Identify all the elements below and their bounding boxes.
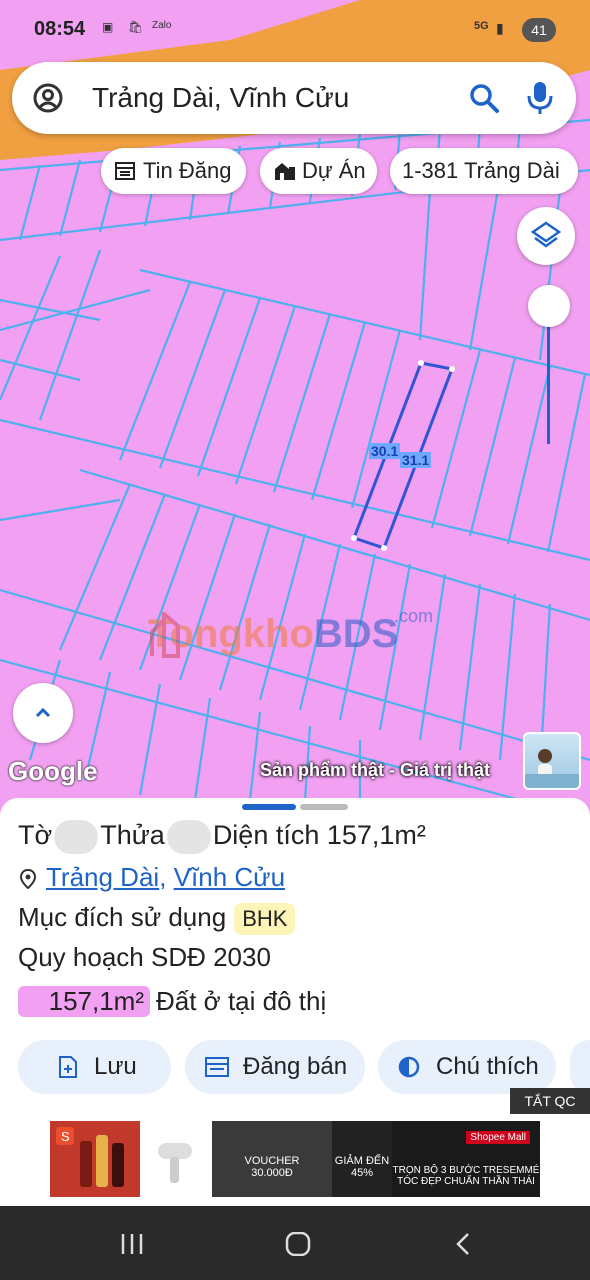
search-bar[interactable]: Trảng Dài, Vĩnh Cửu (12, 62, 576, 134)
ad-promo: Shopee Mall TRỌN BỘ 3 BƯỚC TRESEMMÉ TÓC … (392, 1121, 540, 1197)
add-file-icon (59, 1056, 77, 1078)
promo-line-2: TÓC ĐẸP CHUẨN THẦN THÁI (397, 1176, 535, 1187)
save-label: Lưu (94, 1053, 137, 1080)
sheet-tab-inactive[interactable] (300, 804, 348, 810)
zalo-icon: Zalo (152, 20, 172, 31)
svg-text:S: S (61, 1129, 70, 1144)
ad-banner[interactable]: S VOUCHER 30.000Đ GIẢM ĐẾN 45% Shopee Ma… (50, 1121, 540, 1197)
location-pin-icon (19, 869, 37, 890)
land-type-row: 157,1m² Đất ở tại đô thị (18, 986, 326, 1017)
post-sale-button[interactable]: Đăng bán (185, 1040, 365, 1094)
save-button[interactable]: Lưu (18, 1040, 171, 1094)
layers-icon (530, 221, 562, 248)
profile-thumbnail[interactable] (523, 732, 581, 790)
signal-bars-icon: ▮ (496, 20, 504, 36)
building-logo-icon (150, 612, 180, 658)
layers-button[interactable] (517, 207, 575, 265)
calendar-list-icon (205, 1057, 229, 1077)
ad-product-image: S (50, 1121, 140, 1197)
back-icon[interactable] (450, 1232, 478, 1256)
ad-voucher: VOUCHER 30.000Đ (212, 1121, 332, 1197)
land-area-swatch: 157,1m² (18, 986, 150, 1017)
contrast-icon (398, 1056, 420, 1078)
building-icon (275, 163, 295, 180)
account-icon[interactable] (32, 82, 64, 114)
google-logo: Google (8, 756, 98, 786)
parcel-title: Tờ Thửa Diện tích 157,1m² (18, 820, 426, 854)
location-district-link[interactable]: Vĩnh Cửu (174, 862, 285, 892)
mic-icon[interactable] (526, 80, 554, 116)
land-use-plan-title: Quy hoạch SDĐ 2030 (18, 942, 271, 972)
ad-discount: GIẢM ĐẾN 45% (332, 1121, 392, 1197)
parcel-label-30-1[interactable]: 30.1 (369, 443, 401, 459)
parcel-label-31-1[interactable]: 31.1 (400, 452, 432, 468)
post-sale-label: Đăng bán (243, 1053, 348, 1080)
shopee-mall-label: Shopee Mall (466, 1131, 530, 1144)
signal-5g-icon: 5G (474, 20, 489, 32)
home-icon[interactable] (284, 1232, 312, 1256)
status-time: 08:54 (34, 18, 86, 40)
legend-button[interactable]: Chú thích (378, 1040, 556, 1094)
redacted-number (54, 820, 99, 854)
chip-du-an[interactable]: Dự Án (260, 148, 377, 194)
chip-tin-dang[interactable]: Tin Đăng (101, 148, 246, 194)
recent-apps-icon[interactable] (118, 1232, 146, 1256)
voucher-label: VOUCHER (244, 1155, 300, 1167)
shopee-icon: 🛍 (128, 20, 144, 34)
status-bar: 08:54 ▣ 🛍 Zalo 5G ▮ 41 (0, 0, 590, 58)
parcel-location: Trảng Dài, Vĩnh Cửu (18, 862, 285, 893)
land-use-purpose: Mục đích sử dụng BHK (18, 902, 296, 935)
screenshot-icon: ▣ (102, 20, 114, 34)
search-icon[interactable] (468, 82, 500, 114)
location-ward-link[interactable]: Trảng Dài (46, 862, 159, 892)
calendar-list-icon (115, 162, 135, 180)
tagline: Sản phẩm thật - Giá trị thật (260, 760, 491, 780)
voucher-value: 30.000Đ (251, 1167, 293, 1179)
zoom-slider-knob[interactable] (528, 285, 570, 327)
search-input[interactable]: Trảng Dài, Vĩnh Cửu (92, 82, 349, 114)
purpose-badge: BHK (234, 903, 296, 935)
discount-label: GIẢM ĐẾN (334, 1155, 390, 1167)
more-action-button[interactable] (570, 1040, 590, 1094)
land-type: Đất ở tại đô thị (156, 986, 327, 1016)
person-photo-icon (525, 749, 579, 788)
legend-label: Chú thích (436, 1053, 539, 1080)
battery-icon: 41 (522, 18, 556, 42)
ad-hairdryer-image (140, 1121, 212, 1197)
watermark: TongkhoBDS .com (148, 606, 434, 658)
redacted-number (166, 820, 211, 854)
chip-address[interactable]: 1-381 Trảng Dài (390, 148, 578, 194)
hairdryer-icon (158, 1143, 192, 1183)
zoom-slider-track[interactable] (547, 320, 550, 444)
expand-up-button[interactable] (13, 683, 73, 743)
chip-tin-dang-label: Tin Đăng (143, 158, 232, 183)
discount-value: 45% (350, 1167, 374, 1179)
sheet-tab-active[interactable] (242, 804, 296, 810)
chip-du-an-label: Dự Án (302, 158, 366, 183)
promo-line-1: TRỌN BỘ 3 BƯỚC TRESEMMÉ (392, 1165, 540, 1176)
chevron-up-icon (35, 707, 51, 718)
chip-address-label: 1-381 Trảng Dài (402, 158, 560, 183)
system-nav-bar (0, 1206, 590, 1280)
shopee-bag-icon: S (56, 1127, 124, 1187)
close-ad-button[interactable]: TẮT QC (510, 1088, 590, 1114)
